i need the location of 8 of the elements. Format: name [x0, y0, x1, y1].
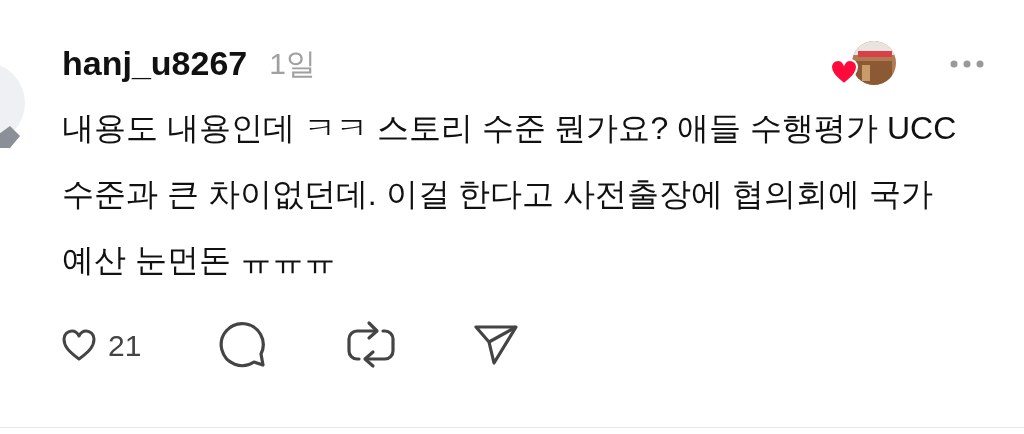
- like-button[interactable]: 21: [62, 322, 142, 368]
- send-icon[interactable]: [473, 324, 520, 366]
- heart-icon: [62, 329, 96, 361]
- post-time: 1일: [269, 46, 316, 82]
- post-text: 내용도 내용인데 ㅋㅋ 스토리 수준 뭔가요? 애들 수행평가 UCC 수준과 큰 차이없던데. 이걸 한다고 사전출장에 협의회에 국가예산 눈먼돈 ㅠㅠㅠ: [62, 109, 958, 280]
- repost-icon[interactable]: [345, 319, 398, 371]
- more-icon[interactable]: [950, 59, 984, 68]
- username[interactable]: hanj_u8267: [62, 38, 248, 89]
